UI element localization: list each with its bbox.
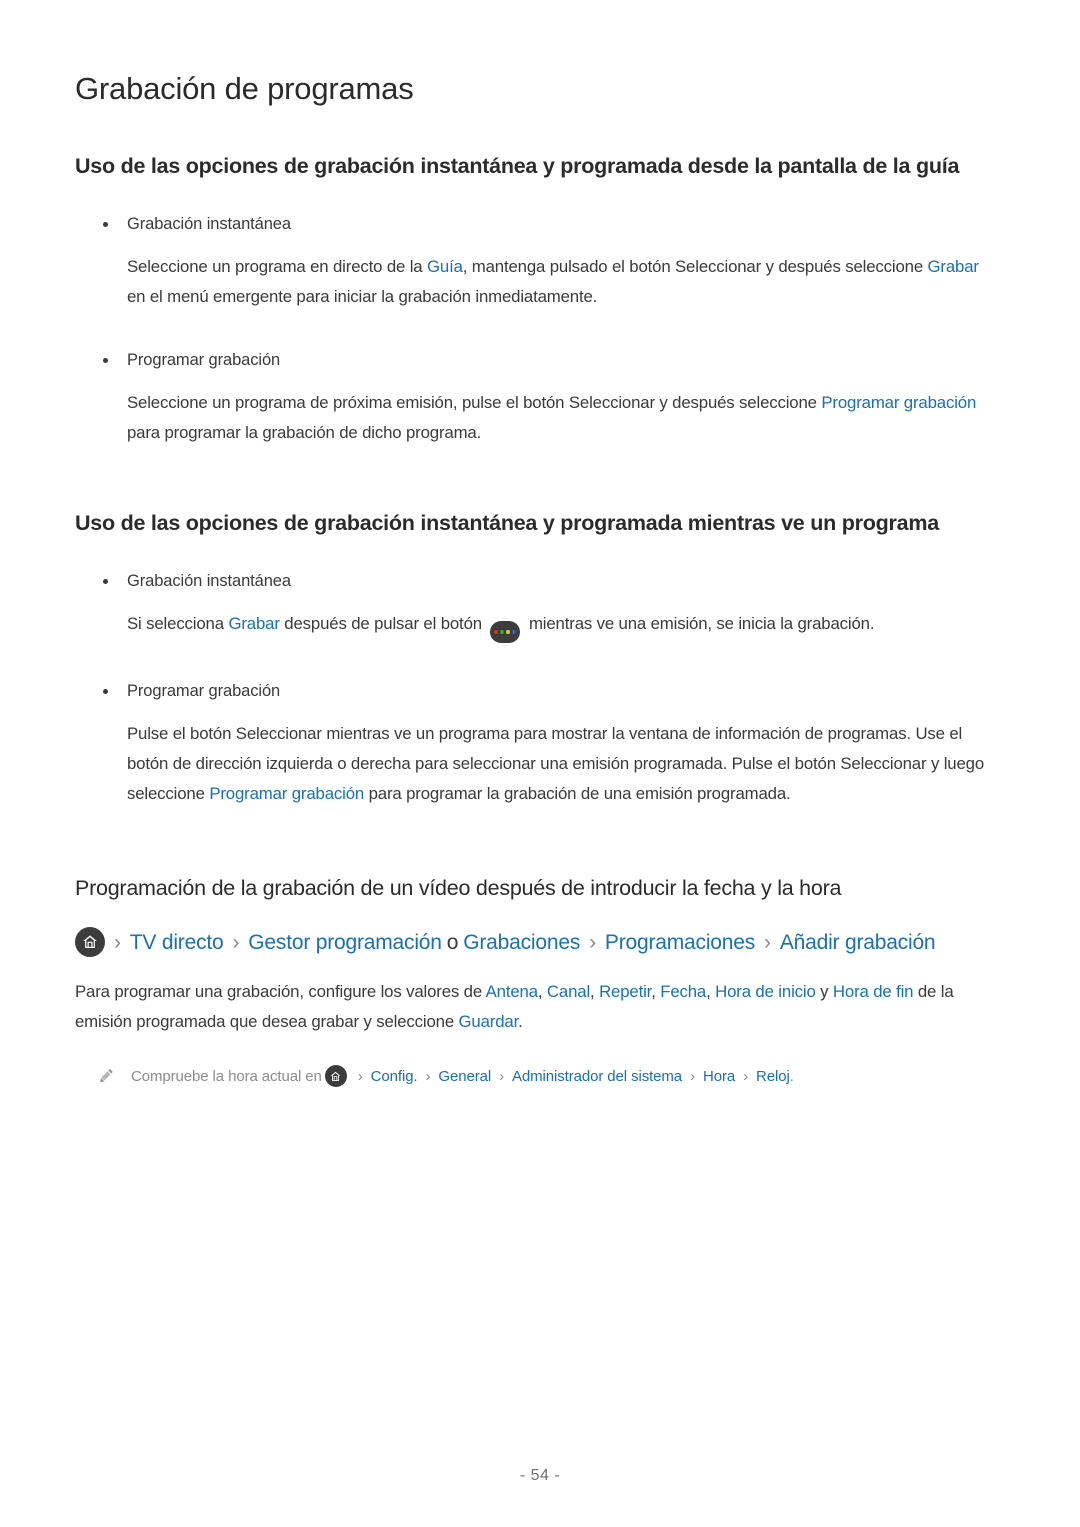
breadcrumb-separator: › (499, 1067, 504, 1085)
text-run: , mantenga pulsado el botón Seleccionar … (462, 257, 928, 277)
link-grabar[interactable]: Grabar (928, 257, 979, 276)
page-number: - 54 - (519, 1467, 561, 1484)
breadcrumb-conjunction: o (446, 930, 459, 954)
bullet-item: Grabación instantánea (75, 570, 1005, 593)
note-text: Compruebe la hora actual en (131, 1067, 322, 1085)
text-run: , (537, 982, 547, 1002)
bullet-label: Programar grabación (127, 682, 281, 701)
text-run: mientras ve una emisión, se inicia la gr… (524, 614, 875, 634)
paragraph: Pulse el botón Seleccionar mientras ve u… (75, 719, 1005, 809)
link-antena[interactable]: Antena (486, 982, 538, 1001)
section-heading-1: Uso de las opciones de grabación instant… (75, 154, 960, 179)
pencil-icon (97, 1066, 117, 1086)
document-page: Grabación de programas Uso de las opcion… (0, 0, 1080, 1527)
breadcrumb-separator: › (690, 1067, 695, 1085)
bullet-item: Programar grabación (75, 349, 1005, 372)
yellow-dot-icon (506, 630, 511, 635)
breadcrumb-item-anadir-grabacion[interactable]: Añadir grabación (780, 930, 936, 955)
home-icon[interactable] (324, 1065, 347, 1088)
home-icon[interactable] (75, 927, 105, 958)
paragraph: Seleccione un programa de próxima emisió… (75, 388, 1005, 448)
text-run: , (651, 982, 661, 1002)
text-run: Seleccione un programa en directo de la (127, 257, 427, 277)
note-period: . (789, 1067, 794, 1085)
link-guardar[interactable]: Guardar (459, 1012, 519, 1031)
paragraph: Para programar una grabación, configure … (75, 977, 1005, 1037)
link-hora-de-fin[interactable]: Hora de fin (833, 982, 914, 1001)
bullet-dot-icon (103, 689, 108, 695)
text-run: después de pulsar el botón (279, 614, 487, 634)
text-run: , (706, 982, 716, 1002)
breadcrumb-separator: › (425, 1067, 431, 1085)
bullet-label: Programar grabación (127, 351, 281, 370)
note-breadcrumb-item-general[interactable]: General (438, 1067, 491, 1087)
link-repetir[interactable]: Repetir (599, 982, 651, 1001)
bullet-label: Grabación instantánea (127, 215, 291, 234)
note-breadcrumb-item-hora[interactable]: Hora (703, 1067, 735, 1087)
blue-dot-icon (512, 630, 517, 635)
link-guia[interactable]: Guía (427, 257, 463, 276)
text-run: Seleccione un programa de próxima emisió… (127, 393, 822, 413)
breadcrumb-item-programaciones[interactable]: Programaciones (605, 930, 755, 955)
bullet-dot-icon (103, 358, 108, 364)
breadcrumb-item-gestor-programacion[interactable]: Gestor programación (248, 930, 442, 955)
note-breadcrumb-item-config[interactable]: Config. (371, 1067, 418, 1087)
breadcrumb-separator: › (743, 1067, 748, 1085)
red-dot-icon (494, 630, 499, 635)
bullet-label: Grabación instantánea (127, 572, 291, 591)
link-fecha[interactable]: Fecha (660, 982, 706, 1001)
green-dot-icon (500, 630, 505, 635)
link-programar-grabacion[interactable]: Programar grabación (821, 393, 976, 412)
text-run: , (590, 982, 600, 1002)
bullet-item: Programar grabación (75, 680, 1005, 703)
breadcrumb-separator: › (764, 930, 771, 954)
breadcrumb-item-tv-directo[interactable]: TV directo (130, 930, 224, 955)
breadcrumb-separator: › (589, 930, 596, 954)
link-grabar[interactable]: Grabar (228, 614, 279, 633)
bullet-dot-icon (103, 222, 108, 228)
link-canal[interactable]: Canal (547, 982, 590, 1001)
section-heading-3: Programación de la grabación de un vídeo… (75, 876, 842, 901)
page-title: Grabación de programas (75, 71, 414, 106)
bullet-dot-icon (103, 579, 108, 585)
note-breadcrumb-item-reloj[interactable]: Reloj (756, 1067, 790, 1087)
section-heading-2: Uso de las opciones de grabación instant… (75, 511, 939, 536)
text-run: Si selecciona (127, 614, 229, 634)
breadcrumb-separator: › (357, 1067, 363, 1085)
text-run: Para programar una grabación, configure … (75, 982, 486, 1002)
text-run: para programar la grabación de dicho pro… (127, 423, 482, 443)
link-programar-grabacion[interactable]: Programar grabación (209, 784, 364, 803)
bullet-item: Grabación instantánea (75, 213, 1005, 236)
breadcrumb-item-grabaciones[interactable]: Grabaciones (463, 930, 580, 955)
paragraph: Seleccione un programa en directo de la … (75, 252, 1005, 312)
link-hora-de-inicio[interactable]: Hora de inicio (715, 982, 816, 1001)
note-row: Compruebe la hora actual en › Config. › … (75, 1065, 1005, 1088)
breadcrumb-separator: › (232, 930, 240, 954)
text-run: en el menú emergente para iniciar la gra… (127, 287, 598, 307)
paragraph: Si selecciona Grabar después de pulsar e… (75, 609, 1005, 644)
breadcrumb: › TV directo › Gestor programación o Gra… (75, 927, 1005, 958)
text-run: y (815, 982, 833, 1002)
text-run: . (518, 1012, 523, 1032)
note-breadcrumb-item-administrador-del-sistema[interactable]: Administrador del sistema (512, 1067, 682, 1087)
text-run: para programar la grabación de una emisi… (364, 784, 791, 804)
color-button-icon (490, 621, 521, 644)
breadcrumb-separator: › (114, 930, 121, 954)
